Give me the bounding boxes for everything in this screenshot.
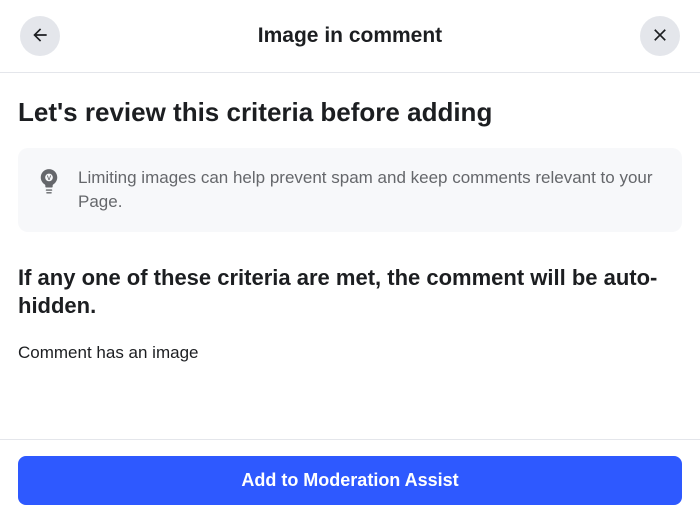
add-to-moderation-button[interactable]: Add to Moderation Assist bbox=[18, 456, 682, 505]
back-button[interactable] bbox=[20, 16, 60, 56]
close-button[interactable] bbox=[640, 16, 680, 56]
dialog-title: Image in comment bbox=[258, 24, 442, 48]
svg-text:V: V bbox=[47, 175, 52, 182]
lightbulb-icon: V bbox=[38, 168, 60, 196]
criteria-heading: If any one of these criteria are met, th… bbox=[18, 264, 682, 321]
dialog-header: Image in comment bbox=[0, 0, 700, 73]
info-banner: V Limiting images can help prevent spam … bbox=[18, 148, 682, 232]
dialog-content: Let's review this criteria before adding… bbox=[0, 73, 700, 363]
arrow-left-icon bbox=[30, 25, 50, 48]
close-icon bbox=[650, 25, 670, 48]
criteria-item: Comment has an image bbox=[18, 343, 682, 363]
review-heading: Let's review this criteria before adding bbox=[18, 97, 682, 128]
info-text: Limiting images can help prevent spam an… bbox=[78, 166, 662, 214]
dialog-footer: Add to Moderation Assist bbox=[0, 439, 700, 523]
